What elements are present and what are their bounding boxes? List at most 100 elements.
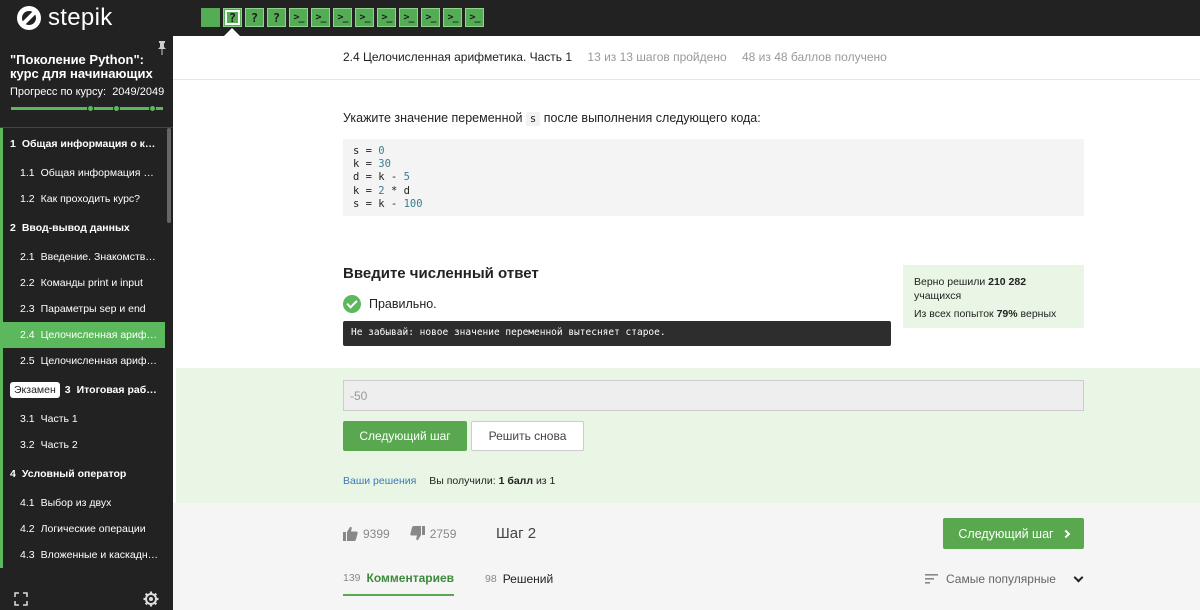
question-before: Укажите значение переменной: [343, 111, 523, 125]
next-step-footer-label: Следующий шаг: [958, 526, 1054, 541]
item-number: 1: [10, 138, 16, 150]
question-icon: ?: [272, 10, 281, 25]
answer-title: Введите численный ответ: [343, 265, 539, 282]
step-tab-code[interactable]: >_: [443, 8, 462, 27]
solve-stats: Верно решили 210 282 учащихся Из всех по…: [903, 265, 1084, 328]
my-solutions-link[interactable]: Ваши решения: [343, 475, 416, 487]
exam-badge: Экзамен: [10, 382, 60, 398]
stats-prefix: Из всех попыток: [914, 308, 994, 320]
item-number: 2: [10, 222, 16, 234]
sidebar-lesson[interactable]: 3.1 Часть 1: [3, 406, 165, 432]
step-tab-code[interactable]: >_: [333, 8, 352, 27]
item-label: Общая информация о курсе: [21, 138, 159, 150]
step-tab-quiz[interactable]: ?: [267, 8, 286, 27]
status-text: Правильно.: [369, 297, 437, 311]
discussion-tab[interactable]: 98 Решений: [485, 571, 553, 596]
points-progress: 48 из 48 баллов получено: [741, 50, 887, 64]
step-tab-code[interactable]: >_: [465, 8, 484, 27]
sidebar-lesson[interactable]: 2.5 Целочисленная арифметика. Часть 2: [3, 348, 165, 374]
lesson-list: 1 Общая информация о курсе 1.1 Общая информ…: [0, 128, 165, 568]
logo-text: stepik: [48, 4, 113, 31]
active-step-pointer: [224, 28, 240, 36]
code-number: 0: [378, 145, 385, 157]
code-line: d = k - 5: [353, 171, 1084, 184]
item-label: Часть 1: [40, 413, 78, 425]
tab-count: 139: [343, 572, 361, 584]
progress-marker: [149, 105, 156, 112]
sidebar-scrollbar[interactable]: [167, 128, 171, 223]
result-status: Правильно.: [343, 295, 437, 313]
sort-icon: [925, 574, 938, 584]
item-number: 4.3: [20, 549, 35, 561]
sidebar-lesson[interactable]: 2.2 Команды print и input: [3, 270, 165, 296]
stats-suffix: учащихся: [914, 290, 962, 302]
retry-button[interactable]: Решить снова: [471, 421, 584, 451]
sidebar-lesson[interactable]: 2.4 Целочисленная арифметика. Часть 1: [3, 322, 165, 348]
sidebar-lesson[interactable]: 1.1 Общая информация о курсе: [3, 160, 165, 186]
code-number: 30: [378, 158, 391, 171]
sidebar-lesson[interactable]: 4.1 Выбор из двух: [3, 490, 165, 516]
item-label: Общая информация о курсе: [40, 167, 159, 179]
discussion-tabs: 139 Комментариев 98 Решений: [343, 571, 584, 596]
stepik-logo[interactable]: stepik: [17, 6, 113, 30]
course-title[interactable]: "Поколение Python": курс для начинающих: [10, 53, 160, 81]
sidebar-section[interactable]: 1 Общая информация о курсе: [3, 128, 165, 160]
sidebar-lesson[interactable]: 4.2 Логические операции: [3, 516, 165, 542]
course-sidebar: "Поколение Python": курс для начинающих …: [0, 36, 173, 610]
question-after: после выполнения следующего кода:: [543, 111, 761, 125]
stats-suffix: верных: [1020, 308, 1057, 320]
header-divider: [173, 79, 1200, 80]
sidebar-section[interactable]: Экзамен 3 Итоговая работа: [3, 374, 165, 406]
code-line: k = 30: [353, 158, 1084, 171]
step-tab-code[interactable]: >_: [377, 8, 396, 27]
step-tab-quiz[interactable]: ?: [245, 8, 264, 27]
solved-count: 210 282: [988, 276, 1027, 288]
progress-value: 2049/2049: [112, 86, 165, 98]
gear-icon[interactable]: [143, 591, 159, 607]
numeric-answer-input[interactable]: [343, 380, 1084, 411]
sidebar-lesson[interactable]: 4.3 Вложенные и каскадные условия: [3, 542, 165, 568]
sidebar-section[interactable]: 4 Условный оператор: [3, 458, 165, 490]
sidebar-footer: [0, 586, 173, 610]
item-label: Целочисленная арифметика. Часть 2: [40, 355, 159, 367]
item-number: 1.1: [20, 167, 35, 179]
code-block: s = 0k = 30 d = k - 5k = 2 * ds = k - 100: [343, 139, 1084, 216]
sidebar-section[interactable]: 2 Ввод-вывод данных: [3, 212, 165, 244]
tab-label: Комментариев: [366, 571, 455, 585]
code-number: 5: [403, 171, 410, 184]
code-text: k =: [353, 184, 379, 197]
item-number: 4.2: [20, 523, 35, 535]
step-tab-code[interactable]: >_: [421, 8, 440, 27]
tab-label: Решений: [502, 572, 554, 586]
sidebar-lesson[interactable]: 3.2 Часть 2: [3, 432, 165, 458]
thumbs-down-icon[interactable]: [410, 526, 425, 541]
next-step-footer-button[interactable]: Следующий шаг: [943, 518, 1084, 549]
item-label: Команды print и input: [40, 277, 143, 289]
step-tab-code[interactable]: >_: [311, 8, 330, 27]
step-tab-text[interactable]: [201, 8, 220, 27]
code-text: * d: [384, 184, 410, 197]
top-bar: stepik ??? >_ >_ >_ >_ >_ >_ >_ >_ >_: [0, 0, 1200, 36]
code-text: d = k -: [353, 171, 404, 184]
step-tab-quiz[interactable]: ?: [223, 8, 242, 27]
submission-info: Ваши решения Вы получили: 1 балл из 1: [343, 475, 555, 487]
sidebar-lesson[interactable]: 2.1 Введение. Знакомство с Python: [3, 244, 165, 270]
item-label: Выбор из двух: [40, 497, 112, 509]
thumbs-up-icon[interactable]: [343, 526, 358, 541]
code-text: s =: [353, 145, 379, 157]
item-label: Параметры sep и end: [40, 303, 146, 315]
fullscreen-icon[interactable]: [14, 592, 28, 606]
sidebar-lesson[interactable]: 1.2 Как проходить курс?: [3, 186, 165, 212]
step-tab-code[interactable]: >_: [399, 8, 418, 27]
step-label: Шаг 2: [496, 525, 537, 542]
step-tab-code[interactable]: >_: [289, 8, 308, 27]
item-number: 4: [10, 468, 16, 480]
terminal-icon: >_: [403, 11, 414, 23]
discussion-tab[interactable]: 139 Комментариев: [343, 571, 455, 596]
item-label: Часть 2: [40, 439, 78, 451]
step-tab-code[interactable]: >_: [355, 8, 374, 27]
success-percent: 79%: [996, 308, 1018, 320]
sidebar-lesson[interactable]: 2.3 Параметры sep и end: [3, 296, 165, 322]
next-step-button[interactable]: Следующий шаг: [343, 421, 467, 451]
sort-dropdown[interactable]: Самые популярные: [925, 572, 1084, 586]
